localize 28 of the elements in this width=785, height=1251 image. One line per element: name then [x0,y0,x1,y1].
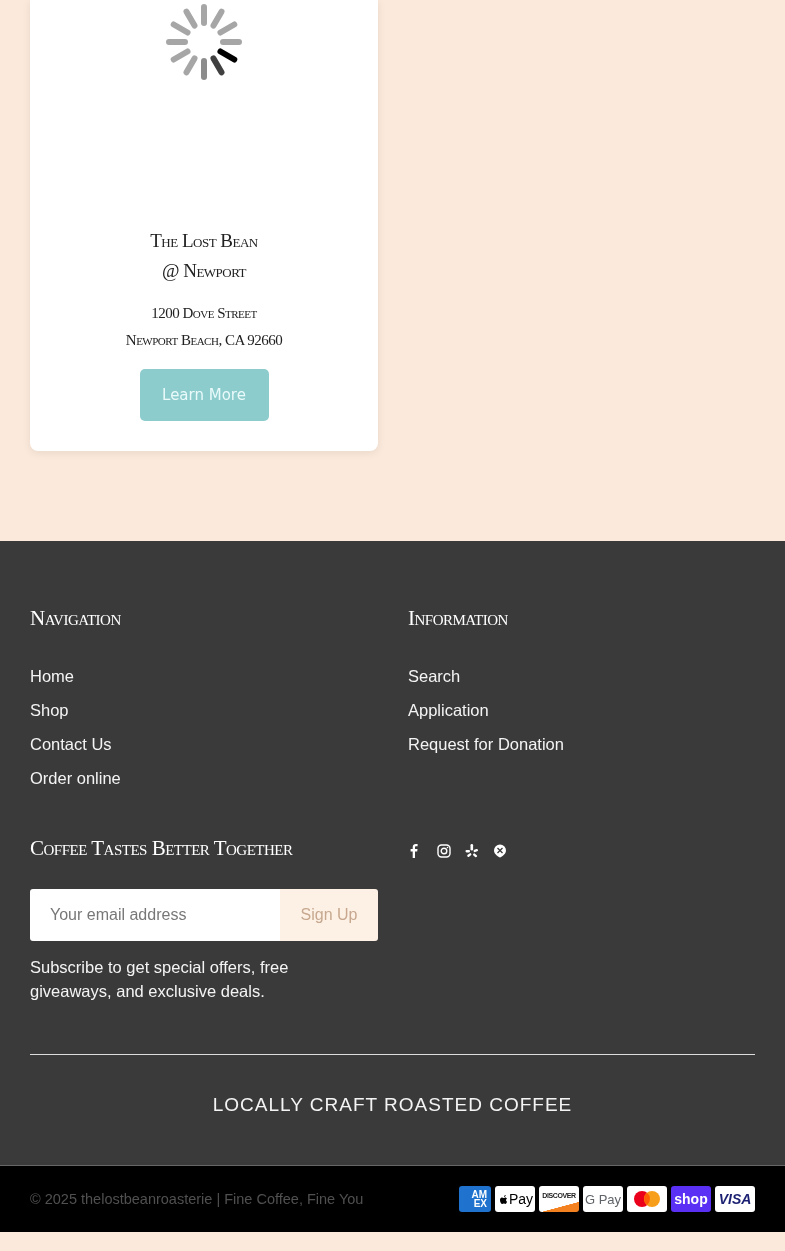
newsletter-note: Subscribe to get special offers, free giveaways, and exclusive deals. [30,957,290,1002]
footer-link[interactable]: Contact Us [30,727,112,761]
tagline: LOCALLY CRAFT ROASTED COFFEE [212,1094,573,1115]
card-logo-text: VISA [718,1191,752,1207]
loading-spinner-icon [164,2,244,82]
location-title: @ Newport [160,259,248,283]
footer-link[interactable]: Request for Donation [408,727,564,761]
column-heading: Navigation [30,605,122,632]
column-heading: Information [408,605,509,632]
pin-icon[interactable] [492,843,508,859]
location-title: The Lost Bean [150,229,258,253]
card-logo-text: Pay [508,1191,534,1207]
address-line: Newport Beach, CA 92660 [125,331,283,350]
address-line: 1200 Dove Street [150,304,258,323]
card-logo-text: AM EX [470,1190,487,1208]
footer-link[interactable]: Home [30,659,74,693]
email-field[interactable]: Your email address [30,889,280,941]
yelp-icon[interactable] [464,843,480,859]
card-logo-text: shop [674,1191,708,1207]
footer-link[interactable]: Search [408,659,461,693]
footer-link[interactable]: Shop [30,693,69,727]
newsletter-heading: Coffee Tastes Better Together [30,835,294,862]
instagram-icon[interactable] [436,843,452,859]
footer-link[interactable]: Application [408,693,489,727]
card-logo-text: G Pay [584,1191,622,1207]
footer-link[interactable]: Order online [30,761,121,795]
copyright-text: © 2025 thelostbeanroasterie | Fine Coffee, Fine You [30,1191,364,1207]
overlapping-circles-icon [633,1190,661,1208]
